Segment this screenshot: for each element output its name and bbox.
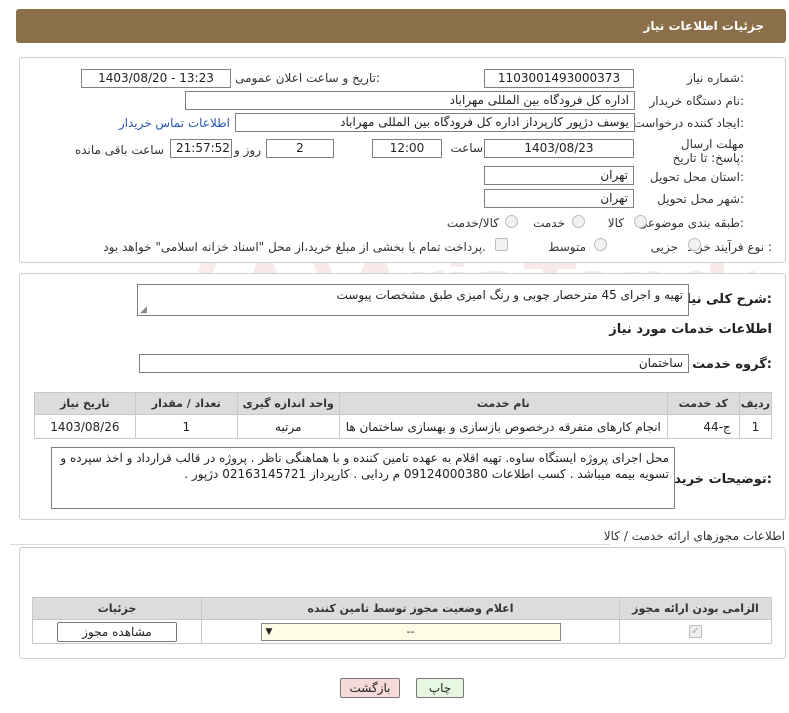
process-minor-label: جزیی bbox=[650, 240, 678, 254]
announce-datetime-label: تاریخ و ساعت اعلان عمومی: bbox=[235, 71, 380, 85]
deadline-label: مهلت ارسال پاسخ: تا تاریخ: bbox=[672, 137, 744, 165]
service-group-label: گروه خدمت: bbox=[692, 357, 772, 372]
view-permit-button[interactable]: مشاهده مجوز bbox=[57, 621, 177, 642]
remaining-time-label: ساعت باقی مانده bbox=[74, 143, 164, 157]
buyer-contact-link[interactable]: اطلاعات تماس خریدار bbox=[119, 116, 230, 130]
col-service-name: نام خدمت bbox=[338, 392, 668, 415]
remaining-time-field: 21:57:52 bbox=[170, 139, 232, 158]
cell-need-date: 1403/08/26 bbox=[34, 414, 136, 439]
permits-table: الزامی بودن ارائه مجوز اعلام وضعیت مجوز … bbox=[32, 597, 772, 644]
treasury-payment-note: پرداخت تمام یا بخشی از مبلغ خرید،از محل … bbox=[103, 240, 486, 254]
permits-title: اطلاعات مجوزهای ارائه خدمت / کالا bbox=[603, 529, 785, 543]
category-goods-service-label: کالا/خدمت bbox=[446, 216, 499, 230]
permit-status-select[interactable]: -- ▼ bbox=[260, 622, 561, 641]
cell-permit-details: مشاهده مجوز bbox=[32, 619, 202, 644]
service-group-field: ساختمان bbox=[139, 354, 689, 373]
deadline-time-label: ساعت bbox=[450, 141, 483, 155]
need-number-label: شماره نیاز: bbox=[686, 71, 744, 85]
province-label: استان محل تحویل: bbox=[649, 170, 744, 184]
back-button[interactable]: بازگشت bbox=[340, 678, 400, 698]
category-service-label: خدمت bbox=[533, 216, 565, 230]
buyer-notes-label: توضیحات خریدار: bbox=[662, 472, 772, 487]
creator-field: یوسف دژپور کارپرداز اداره کل فرودگاه بین… bbox=[235, 113, 635, 132]
cell-permit-required: ✓ bbox=[619, 619, 772, 644]
description-textarea: تهیه و اجرای 45 مترحصار چوبی و رنگ امیزی… bbox=[137, 284, 689, 316]
deadline-date-field: 1403/08/23 bbox=[484, 139, 634, 158]
days-field: 2 bbox=[266, 139, 334, 158]
col-permit-details: جزئیات bbox=[32, 597, 202, 620]
col-permit-status: اعلام وضعیت مجوز توسط تامین کننده bbox=[201, 597, 620, 620]
buyer-org-label: نام دستگاه خریدار: bbox=[649, 94, 745, 108]
deadline-time-field: 12:00 bbox=[372, 139, 442, 158]
process-medium-label: متوسط bbox=[548, 240, 586, 254]
cell-service-code: ج-44 bbox=[666, 414, 740, 439]
col-unit: واحد اندازه گیری bbox=[236, 392, 340, 415]
category-label: طبقه بندی موضوعی: bbox=[637, 216, 744, 230]
chevron-down-icon: ▼ bbox=[265, 626, 273, 637]
description-label: شرح کلی نیاز: bbox=[678, 292, 772, 307]
category-goods-service-radio[interactable] bbox=[505, 215, 518, 228]
col-quantity: تعداد / مقدار bbox=[134, 392, 238, 415]
textarea-resize-icon: ◢ bbox=[140, 305, 147, 315]
category-goods-label: کالا bbox=[607, 216, 624, 230]
permits-table-header: الزامی بودن ارائه مجوز اعلام وضعیت مجوز … bbox=[32, 597, 772, 620]
category-service-radio[interactable] bbox=[572, 215, 585, 228]
process-medium-radio[interactable] bbox=[594, 238, 607, 251]
cell-permit-status: -- ▼ bbox=[201, 619, 620, 644]
print-button[interactable]: چاپ bbox=[416, 678, 464, 698]
creator-label: ایجاد کننده درخواست: bbox=[633, 116, 744, 130]
cell-quantity: 1 bbox=[134, 414, 238, 439]
table-row: ✓ -- ▼ مشاهده مجوز bbox=[32, 619, 772, 644]
permit-required-checkbox[interactable]: ✓ bbox=[689, 625, 702, 638]
province-field: تهران bbox=[484, 166, 634, 185]
process-minor-radio[interactable] bbox=[688, 238, 701, 251]
cell-row-number: 1 bbox=[738, 414, 773, 439]
treasury-payment-checkbox[interactable] bbox=[495, 238, 508, 251]
col-service-code: کد خدمت bbox=[666, 392, 740, 415]
permits-divider bbox=[10, 544, 610, 545]
services-table: ردیف کد خدمت نام خدمت واحد اندازه گیری ت… bbox=[34, 392, 773, 439]
need-number-field: 1103001493000373 bbox=[484, 69, 634, 88]
services-table-header: ردیف کد خدمت نام خدمت واحد اندازه گیری ت… bbox=[34, 392, 773, 415]
announce-datetime-field: 1403/08/20 - 13:23 bbox=[81, 69, 231, 88]
cell-service-name: انجام کارهای متفرقه درخصوص بازسازی و بهس… bbox=[338, 414, 668, 439]
buyer-notes-textarea: محل اجرای پروژه ایستگاه ساوه. تهیه اقلام… bbox=[51, 447, 675, 509]
col-permit-required: الزامی بودن ارائه مجوز bbox=[619, 597, 772, 620]
days-label: روز و bbox=[234, 143, 261, 157]
table-row: 1 ج-44 انجام کارهای متفرقه درخصوص بازساز… bbox=[34, 414, 773, 439]
city-label: شهر محل تحویل: bbox=[657, 192, 744, 206]
services-title: اطلاعات خدمات مورد نیاز bbox=[609, 322, 772, 337]
page-title: جزئیات اطلاعات نیاز bbox=[643, 19, 764, 33]
city-field: تهران bbox=[484, 189, 634, 208]
buyer-org-field: اداره کل فرودگاه بین المللی مهراباد bbox=[185, 91, 635, 110]
page-header: جزئیات اطلاعات نیاز bbox=[16, 9, 786, 43]
category-goods-radio[interactable] bbox=[634, 215, 647, 228]
cell-unit: مرتبه bbox=[236, 414, 340, 439]
permit-status-value: -- bbox=[406, 624, 415, 638]
col-need-date: تاریخ نیاز bbox=[34, 392, 136, 415]
col-row-number: ردیف bbox=[738, 392, 773, 415]
